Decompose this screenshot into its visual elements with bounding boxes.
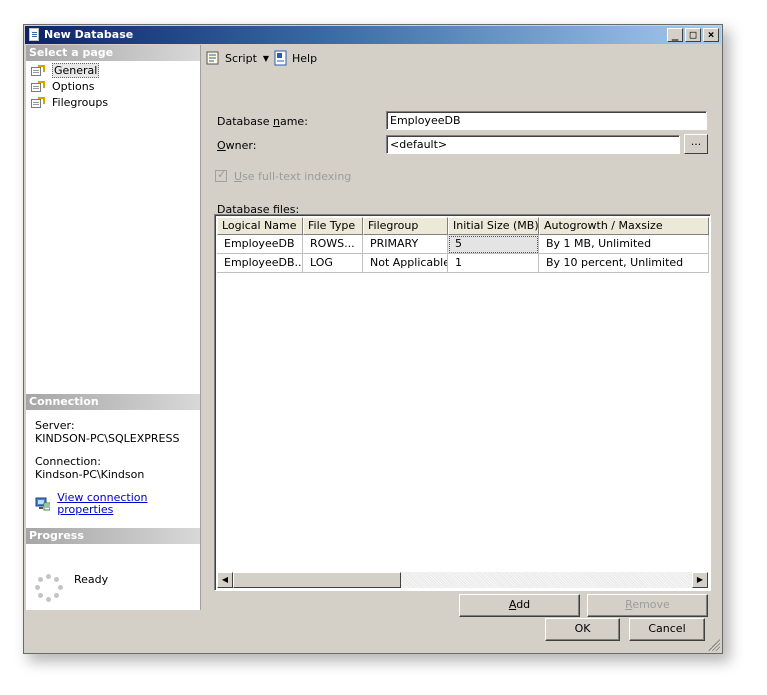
resize-grip-icon[interactable]: [708, 639, 720, 651]
script-icon: [206, 51, 219, 65]
fulltext-indexing-label: Use full-text indexing: [234, 170, 352, 183]
connection-value: Kindson-PC\Kindson: [35, 468, 145, 481]
scroll-left-icon[interactable]: ◀: [217, 572, 233, 588]
view-connection-properties[interactable]: View connection properties: [35, 492, 200, 516]
owner-label: Owner:: [217, 139, 257, 152]
connection-label: Connection:: [35, 455, 101, 468]
page-wand-icon: [31, 80, 46, 93]
scroll-right-icon[interactable]: ▶: [692, 572, 708, 588]
dropdown-arrow-icon[interactable]: ▼: [263, 54, 269, 63]
progress-header: Progress: [26, 528, 200, 544]
page-wand-icon: [31, 64, 46, 77]
column-filegroup[interactable]: Filegroup: [363, 217, 448, 235]
nav-filegroups-label: Filegroups: [52, 96, 109, 109]
cancel-button[interactable]: Cancel: [629, 618, 705, 641]
help-label: Help: [292, 51, 318, 65]
grid-header: Logical Name File Type Filegroup Initial…: [217, 217, 709, 235]
progress-status: Ready: [74, 573, 109, 586]
nav-general[interactable]: General: [31, 63, 100, 78]
cell-filegroup[interactable]: Not Applicable: [363, 254, 448, 273]
cell-filegroup[interactable]: PRIMARY: [363, 235, 448, 254]
owner-browse-button[interactable]: ...: [684, 134, 708, 154]
document-icon: [29, 28, 39, 41]
nav-filegroups[interactable]: Filegroups: [31, 95, 108, 110]
cell-autogrowth[interactable]: By 10 percent, Unlimited: [539, 254, 709, 273]
column-autogrowth[interactable]: Autogrowth / Maxsize: [539, 217, 709, 235]
window-title: New Database: [44, 28, 134, 41]
select-page-header: Select a page: [26, 45, 200, 61]
title-bar[interactable]: New Database _ □ ×: [25, 26, 721, 44]
add-button[interactable]: Add: [459, 594, 580, 617]
table-row[interactable]: EmployeeDB... LOG Not Applicable 1 By 10…: [217, 254, 709, 273]
script-label: Script: [225, 51, 257, 65]
view-connection-properties-link[interactable]: View connection properties: [57, 492, 200, 516]
database-name-input[interactable]: EmployeeDB: [386, 111, 707, 130]
new-database-dialog: New Database _ □ × Select a page General…: [23, 24, 723, 654]
connection-properties-icon: [35, 497, 51, 511]
maximize-button[interactable]: □: [685, 28, 701, 42]
cell-file-type[interactable]: LOG: [303, 254, 363, 273]
table-row[interactable]: EmployeeDB ROWS... PRIMARY 5 By 1 MB, Un…: [217, 235, 709, 254]
nav-options[interactable]: Options: [31, 79, 94, 94]
owner-input[interactable]: <default>: [386, 135, 680, 154]
right-pane: Script ▼ Help Database name: EmployeeDB …: [201, 45, 722, 617]
progress-spinner-icon: [35, 574, 63, 602]
help-button[interactable]: Help: [273, 50, 317, 66]
scroll-thumb[interactable]: [233, 572, 401, 588]
nav-options-label: Options: [52, 80, 95, 93]
column-file-type[interactable]: File Type: [303, 217, 363, 235]
server-label: Server:: [35, 419, 75, 432]
fulltext-indexing-checkbox[interactable]: [215, 168, 227, 182]
page-wand-icon: [31, 96, 46, 109]
cell-logical-name[interactable]: EmployeeDB: [217, 235, 303, 254]
cell-initial-size[interactable]: 1: [448, 254, 539, 273]
minimize-button[interactable]: _: [667, 28, 683, 42]
cell-autogrowth[interactable]: By 1 MB, Unlimited: [539, 235, 709, 254]
database-files-grid[interactable]: Logical Name File Type Filegroup Initial…: [214, 214, 711, 591]
cell-initial-size[interactable]: 5: [448, 235, 539, 254]
help-icon: [274, 50, 287, 66]
ok-button[interactable]: OK: [545, 618, 620, 641]
script-button[interactable]: Script ▼: [205, 50, 269, 66]
cell-logical-name[interactable]: EmployeeDB...: [217, 254, 303, 273]
nav-general-label: General: [52, 63, 100, 78]
column-logical-name[interactable]: Logical Name: [217, 217, 303, 235]
remove-button[interactable]: Remove: [587, 594, 708, 617]
database-name-label: Database name:: [217, 115, 308, 128]
server-value: KINDSON-PC\SQLEXPRESS: [35, 432, 180, 445]
column-initial-size[interactable]: Initial Size (MB): [448, 217, 539, 235]
connection-header: Connection: [26, 394, 200, 410]
left-pane: Select a page General Options Filegroups…: [26, 45, 201, 610]
cell-file-type[interactable]: ROWS...: [303, 235, 363, 254]
toolbar: Script ▼ Help: [201, 45, 722, 69]
close-button[interactable]: ×: [703, 28, 719, 42]
horizontal-scrollbar[interactable]: ◀ ▶: [217, 572, 708, 588]
